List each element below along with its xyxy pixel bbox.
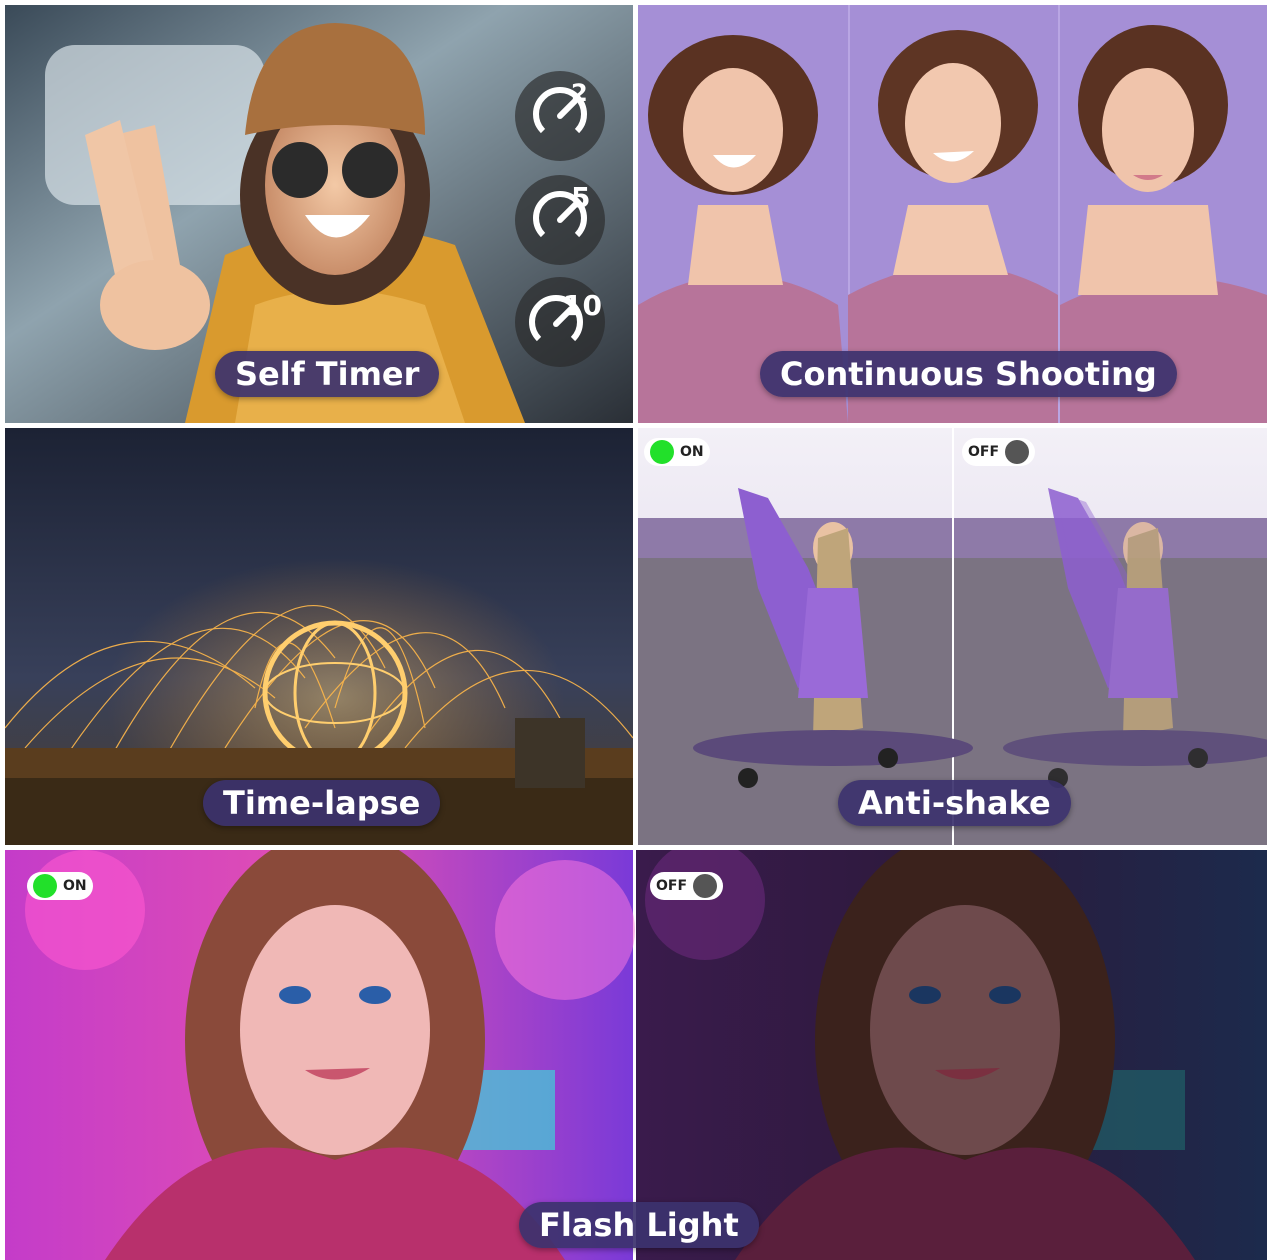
toggle-off-indicator	[1005, 440, 1030, 464]
timer-2s-icon: 2	[515, 71, 605, 161]
anti-shake-off-label: OFF	[968, 444, 1000, 460]
timer-5s-icon: 5	[515, 175, 605, 265]
toggle-on-indicator	[33, 874, 57, 898]
anti-shake-on-label: ON	[680, 444, 704, 460]
flash-on-toggle[interactable]: ON	[27, 872, 93, 900]
time-lapse-panel: Time-lapse	[5, 428, 633, 845]
toggle-on-indicator	[650, 440, 674, 464]
time-lapse-label: Time-lapse	[203, 780, 441, 826]
anti-shake-off-toggle[interactable]: OFF	[962, 438, 1036, 466]
timer-2s-label: 2	[571, 79, 588, 107]
anti-shake-label: Anti-shake	[838, 780, 1071, 826]
timer-5s-label: 5	[571, 181, 591, 214]
timer-10s-icon: 10	[515, 277, 605, 367]
flash-light-label: Flash Light	[519, 1202, 759, 1248]
self-timer-panel: 2 5 10 Self Timer	[5, 5, 633, 423]
flash-on-label: ON	[63, 878, 87, 894]
continuous-shooting-label: Continuous Shooting	[760, 351, 1177, 397]
flash-light-panel: ON OFF Flash Light	[5, 850, 1267, 1260]
toggle-off-indicator	[693, 874, 718, 898]
self-timer-label: Self Timer	[215, 351, 440, 397]
flash-light-photo	[5, 850, 1267, 1260]
timer-10s-label: 10	[563, 289, 602, 322]
anti-shake-panel: ON OFF Anti-shake	[638, 428, 1267, 845]
flash-off-toggle[interactable]: OFF	[650, 872, 724, 900]
continuous-shooting-panel: Continuous Shooting	[638, 5, 1267, 423]
flash-off-label: OFF	[656, 878, 688, 894]
anti-shake-on-toggle[interactable]: ON	[644, 438, 710, 466]
